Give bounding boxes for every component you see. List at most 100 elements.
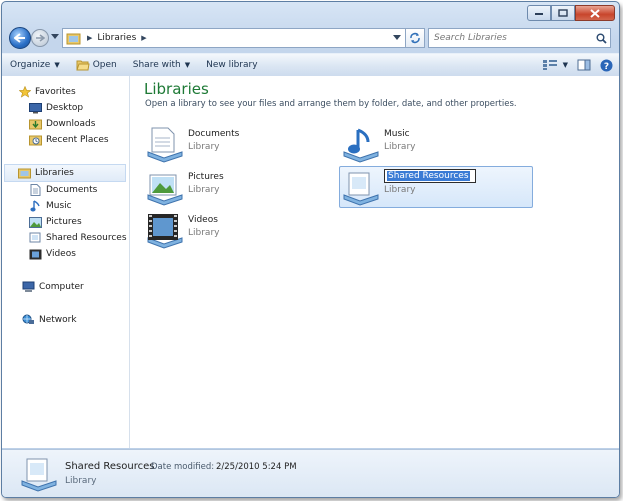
nav-libraries[interactable]: Libraries bbox=[4, 164, 126, 182]
shared-resources-library-icon bbox=[343, 172, 379, 206]
new-library-label: New library bbox=[206, 60, 258, 70]
close-button[interactable] bbox=[575, 5, 615, 21]
address-dropdown-icon[interactable] bbox=[393, 35, 401, 40]
library-text: Shared Resources Library bbox=[384, 167, 476, 195]
chevron-down-icon: ▼ bbox=[184, 61, 191, 69]
library-tile-documents[interactable]: Documents Library bbox=[144, 124, 329, 163]
nav-item-documents[interactable]: Documents bbox=[29, 182, 97, 198]
music-library-icon bbox=[343, 128, 379, 163]
share-with-button[interactable]: Share with ▼ bbox=[125, 54, 198, 76]
nav-computer-label: Computer bbox=[39, 282, 84, 292]
nav-item-downloads[interactable]: Downloads bbox=[29, 116, 95, 132]
library-tile-pictures[interactable]: Pictures Library bbox=[144, 167, 329, 206]
library-type: Library bbox=[188, 228, 220, 238]
explorer-window: ▶ Libraries ▶ Organize ▼ Open Share with… bbox=[1, 1, 620, 498]
search-icon[interactable] bbox=[596, 33, 607, 44]
change-view-button[interactable]: ▼ bbox=[542, 59, 568, 71]
nav-network-label: Network bbox=[39, 315, 77, 325]
library-name: Documents bbox=[188, 129, 240, 139]
breadcrumb-separator-icon[interactable]: ▶ bbox=[87, 34, 92, 42]
nav-computer[interactable]: Computer bbox=[22, 279, 84, 295]
nav-item-shared-resources[interactable]: Shared Resources bbox=[29, 230, 127, 246]
nav-favorites-label: Favorites bbox=[35, 87, 76, 97]
back-button[interactable] bbox=[9, 27, 31, 49]
pictures-library-icon bbox=[147, 174, 183, 206]
library-name: Pictures bbox=[188, 172, 224, 182]
help-icon[interactable]: ? bbox=[600, 59, 613, 72]
chevron-down-icon: ▼ bbox=[54, 61, 60, 69]
new-library-button[interactable]: New library bbox=[198, 54, 265, 76]
navigation-buttons bbox=[7, 26, 65, 50]
nav-item-label: Shared Resources bbox=[46, 233, 127, 243]
nav-item-videos[interactable]: Videos bbox=[29, 246, 76, 262]
preview-pane-icon[interactable] bbox=[577, 59, 591, 71]
recent-pages-dropdown-icon[interactable] bbox=[51, 34, 59, 39]
library-tile-music[interactable]: Music Library bbox=[340, 124, 525, 163]
details-modified-label: Date modified: bbox=[151, 462, 215, 472]
close-icon bbox=[590, 8, 600, 18]
nav-item-label: Recent Places bbox=[46, 135, 109, 145]
library-type: Library bbox=[384, 185, 416, 195]
nav-item-desktop[interactable]: Desktop bbox=[29, 100, 83, 116]
minimize-icon bbox=[535, 13, 543, 15]
details-item-type: Library bbox=[65, 476, 97, 486]
library-text: Documents Library bbox=[188, 124, 239, 152]
refresh-button[interactable] bbox=[405, 28, 425, 48]
nav-item-music[interactable]: Music bbox=[29, 198, 72, 214]
open-button[interactable]: Open bbox=[68, 54, 125, 76]
libraries-folder-icon bbox=[66, 33, 81, 45]
network-icon bbox=[22, 314, 35, 327]
nav-item-label: Documents bbox=[46, 185, 98, 195]
documents-library-icon bbox=[147, 127, 183, 163]
nav-item-label: Pictures bbox=[46, 217, 82, 227]
command-bar: Organize ▼ Open Share with ▼ New library… bbox=[2, 53, 619, 77]
nav-item-label: Desktop bbox=[46, 103, 84, 113]
page-title: Libraries bbox=[144, 80, 209, 98]
nav-libraries-label: Libraries bbox=[35, 168, 74, 178]
address-row: ▶ Libraries ▶ bbox=[7, 26, 614, 50]
address-bar[interactable]: ▶ Libraries ▶ bbox=[62, 28, 406, 48]
star-icon bbox=[18, 86, 31, 99]
music-note-icon bbox=[29, 200, 42, 213]
library-name: Videos bbox=[188, 215, 218, 225]
desktop-icon bbox=[29, 102, 42, 115]
nav-item-pictures[interactable]: Pictures bbox=[29, 214, 82, 230]
chevron-down-icon[interactable]: ▼ bbox=[563, 61, 568, 69]
shared-library-icon bbox=[29, 232, 42, 245]
refresh-icon bbox=[410, 32, 420, 44]
page-subtitle: Open a library to see your files and arr… bbox=[145, 99, 517, 109]
maximize-button[interactable] bbox=[551, 5, 575, 21]
back-arrow-icon bbox=[14, 33, 25, 43]
pictures-icon bbox=[29, 216, 42, 229]
maximize-icon bbox=[558, 9, 568, 17]
breadcrumb-separator-icon[interactable]: ▶ bbox=[141, 34, 146, 42]
nav-favorites[interactable]: Favorites bbox=[18, 84, 76, 100]
library-text: Videos Library bbox=[188, 210, 219, 238]
documents-icon bbox=[29, 184, 42, 197]
shared-resources-library-icon bbox=[21, 458, 57, 492]
content-pane: Libraries Open a library to see your fil… bbox=[130, 76, 619, 448]
nav-item-label: Downloads bbox=[46, 119, 96, 129]
search-box bbox=[428, 28, 611, 48]
minimize-button[interactable] bbox=[527, 5, 551, 21]
search-input[interactable] bbox=[429, 32, 596, 44]
library-text: Pictures Library bbox=[188, 167, 224, 195]
forward-arrow-icon bbox=[36, 34, 45, 42]
forward-button[interactable] bbox=[31, 29, 49, 47]
library-tile-videos[interactable]: Videos Library bbox=[144, 210, 329, 249]
rename-textbox[interactable]: Shared Resources bbox=[384, 169, 476, 183]
open-folder-icon bbox=[76, 60, 90, 71]
library-text: Music Library bbox=[384, 124, 415, 152]
svg-text:?: ? bbox=[604, 62, 609, 72]
breadcrumb-libraries[interactable]: Libraries bbox=[97, 33, 136, 43]
library-tile-shared-resources[interactable]: Shared Resources Library bbox=[339, 166, 533, 208]
nav-item-recent-places[interactable]: Recent Places bbox=[29, 132, 109, 148]
library-type: Library bbox=[188, 142, 220, 152]
toolbar-right: ▼ ? bbox=[542, 54, 613, 76]
share-with-label: Share with bbox=[132, 60, 181, 70]
view-options-icon bbox=[542, 60, 557, 70]
organize-button[interactable]: Organize ▼ bbox=[2, 54, 68, 76]
caption-buttons bbox=[527, 5, 615, 21]
recent-places-icon bbox=[29, 134, 42, 147]
nav-network[interactable]: Network bbox=[22, 312, 77, 328]
